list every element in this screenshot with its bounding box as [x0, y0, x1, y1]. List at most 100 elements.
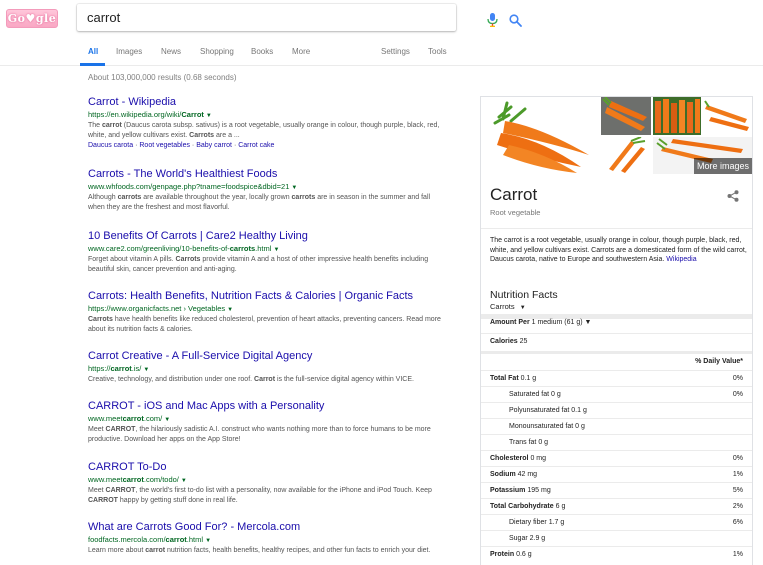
snippet-text: The [88, 122, 103, 129]
carrot-image-4[interactable] [703, 97, 752, 135]
url-text: .com/todo/ [143, 475, 179, 484]
snippet-bold: carrot [145, 547, 166, 554]
tab-settings[interactable]: Settings [381, 47, 410, 56]
nutrient-amount: 0.1 g [520, 375, 537, 382]
nutrient-label: Polyunsaturated fat 0.1 g [509, 407, 587, 414]
url-text: www.meet [88, 414, 123, 423]
result-snippet: The carrot (Daucus carota subsp. sativus… [88, 121, 448, 141]
snippet-text: , the hilariously sadistic A.I. construc… [88, 426, 431, 443]
snippet-text: Creative, technology, and distribution u… [88, 376, 255, 383]
entity-subtitle: Root vegetable [490, 208, 541, 217]
amount-label: Amount Per 1 medium (61 g) ▼ [490, 319, 591, 326]
more-images-button[interactable]: More images [693, 158, 752, 174]
result-title-link[interactable]: CARROT To-Do [88, 461, 448, 474]
chevron-down-icon[interactable]: ▼ [205, 538, 211, 544]
chevron-down-icon[interactable]: ▼ [227, 307, 233, 313]
result-stats: About 103,000,000 results (0.68 seconds) [88, 73, 237, 82]
result-title-link[interactable]: Carrots: Health Benefits, Nutrition Fact… [88, 290, 448, 303]
nutrition-subject-select[interactable]: Carrots ▼ [490, 302, 526, 311]
carrot-image-2[interactable] [601, 97, 651, 135]
snippet-text: is the full-service digital agency withi… [275, 376, 414, 383]
result-title-link[interactable]: 10 Benefits Of Carrots | Care2 Healthy L… [88, 230, 448, 243]
result-title-link[interactable]: Carrot Creative - A Full-Service Digital… [88, 350, 448, 363]
active-tab-indicator [80, 63, 105, 66]
result-url[interactable]: www.meetcarrot.com/▼ [88, 414, 448, 425]
snippet-bold: carrots [291, 194, 316, 201]
description-text: The carrot is a root vegetable, usually … [490, 237, 747, 263]
result-title-link[interactable]: Carrots - The World's Healthiest Foods [88, 168, 448, 181]
wikipedia-link[interactable]: Wikipedia [666, 256, 696, 263]
chevron-down-icon: ▼ [519, 305, 526, 311]
nutrient-name: Sodium [490, 471, 518, 478]
nutrient-amount: 42 mg [517, 471, 538, 478]
amount-value: 1 medium (61 g) [531, 319, 583, 326]
search-result: Carrot Creative - A Full-Service Digital… [88, 350, 448, 385]
sitelink[interactable]: Root vegetables [139, 142, 190, 149]
tab-tools[interactable]: Tools [428, 47, 447, 56]
mic-icon[interactable] [487, 13, 498, 27]
snippet-text: Meet [88, 487, 106, 494]
result-title-link[interactable]: CARROT - iOS and Mac Apps with a Persona… [88, 400, 448, 413]
result-snippet: Although carrots are available throughou… [88, 193, 448, 213]
url-text: .html [186, 535, 204, 544]
nutrient-amount: 195 mg [527, 487, 551, 494]
nutrient-amount: 1.7 g [548, 519, 565, 526]
result-url[interactable]: www.meetcarrot.com/todo/▼ [88, 475, 448, 486]
carrot-image-1[interactable] [481, 97, 599, 174]
chevron-down-icon[interactable]: ▼ [206, 113, 212, 119]
result-url[interactable]: foodfacts.mercola.com/carrot.html ▼ [88, 535, 448, 546]
sitelink[interactable]: Carrot cake [238, 142, 274, 149]
tab-images[interactable]: Images [116, 47, 142, 56]
search-input[interactable] [87, 9, 387, 26]
header: Go♥gle All Images News Shopping Books Mo… [0, 0, 763, 66]
google-doodle-logo[interactable]: Go♥gle [6, 9, 58, 28]
snippet-text: (Daucus carota subsp. sativus) is a root… [88, 122, 440, 139]
chevron-down-icon: ▼ [582, 319, 592, 326]
carrot-image-3[interactable] [653, 97, 701, 135]
daily-value-label: % Daily Value* [695, 358, 743, 365]
amount-per-label: Amount Per [490, 319, 532, 326]
divider [481, 228, 752, 229]
url-text: https://www.organicfacts.net › Vegetable… [88, 304, 226, 313]
amount-per-row[interactable]: Amount Per 1 medium (61 g) ▼ [481, 315, 752, 331]
tab-shopping[interactable]: Shopping [200, 47, 234, 56]
result-url[interactable]: https://en.wikipedia.org/wiki/Carrot ▼ [88, 110, 448, 121]
search-icon[interactable] [509, 14, 522, 27]
result-snippet: Creative, technology, and distribution u… [88, 375, 448, 385]
chevron-down-icon[interactable]: ▼ [291, 185, 297, 191]
snippet-text: Forget about vitamin A pills. [88, 256, 176, 263]
chevron-down-icon[interactable]: ▼ [164, 417, 170, 423]
result-url[interactable]: https://www.organicfacts.net › Vegetable… [88, 304, 448, 315]
result-url[interactable]: https://carrot.is/▼ [88, 364, 448, 375]
carrot-image-5[interactable] [601, 137, 651, 174]
nutrient-label: Total Fat 0.1 g [490, 375, 536, 382]
search-tabs: All Images News Shopping Books More Sett… [0, 44, 763, 66]
nutrient-label: Monounsaturated fat 0 g [509, 423, 585, 430]
sitelink[interactable]: Daucus carota [88, 142, 133, 149]
tab-more[interactable]: More [292, 47, 310, 56]
result-title-link[interactable]: Carrot - Wikipedia [88, 96, 448, 109]
result-url[interactable]: www.whfoods.com/genpage.php?tname=foodsp… [88, 182, 448, 193]
result-snippet: Forget about vitamin A pills. Carrots pr… [88, 255, 448, 275]
result-url[interactable]: www.care2.com/greenliving/10-benefits-of… [88, 244, 448, 255]
nutrient-name: Monounsaturated fat [509, 423, 576, 430]
search-result: Carrots - The World's Healthiest Foods ww… [88, 168, 448, 213]
tab-all[interactable]: All [88, 47, 98, 56]
search-box[interactable] [77, 4, 522, 31]
nutrient-name: Sugar [509, 535, 530, 542]
result-title-link[interactable]: What are Carrots Good For? - Mercola.com [88, 521, 448, 534]
tab-books[interactable]: Books [251, 47, 273, 56]
chevron-down-icon[interactable]: ▼ [181, 478, 187, 484]
nutrient-label: Sugar 2.9 g [509, 535, 545, 542]
url-text: www.meet [88, 475, 123, 484]
tab-news[interactable]: News [161, 47, 181, 56]
sitelink[interactable]: Baby carrot [196, 142, 232, 149]
url-text: .com/ [143, 414, 163, 423]
snippet-text: Learn more about [88, 547, 146, 554]
chevron-down-icon[interactable]: ▼ [143, 367, 149, 373]
nutrient-name: Protein [490, 551, 517, 558]
share-icon[interactable] [727, 190, 739, 202]
nutrient-percent: 0% [732, 391, 743, 398]
chevron-down-icon[interactable]: ▼ [273, 247, 279, 253]
nutrient-row: Dietary fiber 1.7 g 6% [481, 514, 752, 530]
